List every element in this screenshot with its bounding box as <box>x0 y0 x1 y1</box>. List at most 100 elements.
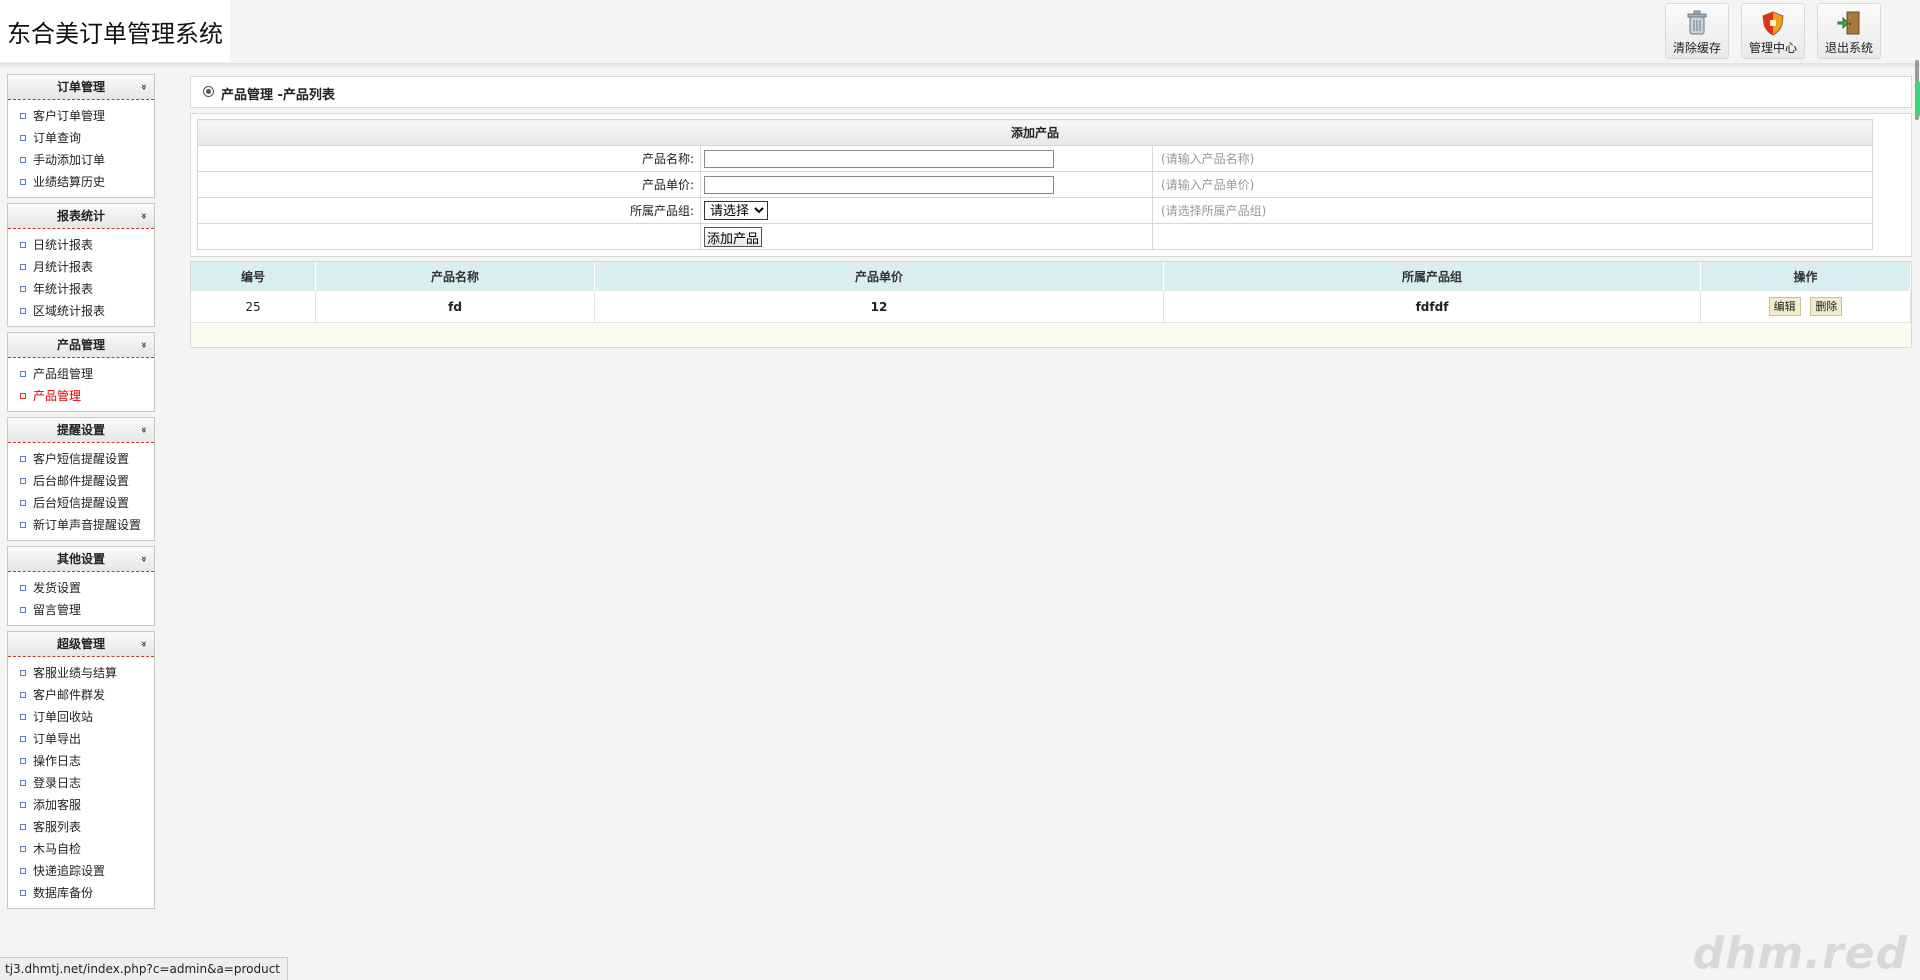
top-header: 东合美订单管理系统 清除缓存 管理中心 退出系统 <box>0 0 1920 67</box>
menu-items: 客户短信提醒设置后台邮件提醒设置后台短信提醒设置新订单声音提醒设置 <box>8 443 154 540</box>
breadcrumb: 产品管理 -产品列表 <box>190 76 1912 108</box>
sidebar-item[interactable]: 业绩结算历史 <box>8 171 154 193</box>
col-group: 所属产品组 <box>1163 262 1701 291</box>
bullet-icon <box>20 670 26 676</box>
clear-cache-button[interactable]: 清除缓存 <box>1665 3 1729 59</box>
product-price-cell <box>700 171 1153 198</box>
sidebar-item[interactable]: 后台邮件提醒设置 <box>8 470 154 492</box>
menu-group-title: 提醒设置 <box>56 423 105 437</box>
sidebar-item[interactable]: 留言管理 <box>8 599 154 621</box>
bullet-icon <box>20 179 26 185</box>
menu-items: 客户订单管理订单查询 手动添加订单 业绩结算历史 <box>8 100 154 197</box>
add-product-button[interactable]: 添加产品 <box>704 226 763 247</box>
menu-group-header[interactable]: 提醒设置 » <box>8 418 154 443</box>
menu-group-title: 产品管理 <box>56 338 105 352</box>
sidebar-item[interactable]: 区域统计报表 <box>8 300 154 322</box>
cell-name: fd <box>315 291 595 323</box>
sidebar-item[interactable]: 发货设置 <box>8 577 154 599</box>
product-name-hint: (请输入产品名称) <box>1152 145 1873 172</box>
menu-group-title: 报表统计 <box>56 209 105 223</box>
bullet-icon <box>20 714 26 720</box>
sidebar-item[interactable]: 订单查询 <box>8 127 154 149</box>
bullet-icon <box>20 868 26 874</box>
sidebar-item-label: 新订单声音提醒设置 <box>33 518 142 532</box>
logout-label: 退出系统 <box>1824 41 1873 55</box>
sidebar-item[interactable]: 添加客服 <box>8 794 154 816</box>
sidebar-item-label: 快递追踪设置 <box>33 864 106 878</box>
sidebar-item[interactable]: 订单导出 <box>8 728 154 750</box>
sidebar-item[interactable]: 数据库备份 <box>8 882 154 904</box>
product-price-input[interactable] <box>704 175 1054 194</box>
sidebar-item[interactable]: 日统计报表 <box>8 234 154 256</box>
product-name-cell <box>700 145 1153 172</box>
admin-center-button[interactable]: 管理中心 <box>1741 3 1805 59</box>
sidebar-item-label: 年统计报表 <box>33 282 94 296</box>
sidebar-item[interactable]: 快递追踪设置 <box>8 860 154 882</box>
sidebar-item-label: 产品组管理 <box>33 367 94 381</box>
sidebar-item[interactable]: 操作日志 <box>8 750 154 772</box>
menu-group-header[interactable]: 其他设置 » <box>8 547 154 572</box>
bullet-icon <box>20 692 26 698</box>
col-actions: 操作 <box>1700 262 1911 291</box>
watermark: dhm.red <box>1692 928 1908 979</box>
product-group-select[interactable]: 请选择 <box>704 201 768 220</box>
sidebar-item[interactable]: 年统计报表 <box>8 278 154 300</box>
menu-items: 日统计报表 月统计报表年统计报表区域统计报表 <box>8 229 154 326</box>
sidebar-item-label: 客户订单管理 <box>33 109 106 123</box>
logout-button[interactable]: 退出系统 <box>1817 3 1881 59</box>
cell-actions: 编辑 删除 <box>1700 291 1911 323</box>
sidebar-item-label: 木马自检 <box>33 842 82 856</box>
exit-door-icon <box>1837 11 1860 35</box>
bullet-icon <box>20 607 26 613</box>
sidebar-item-label: 后台邮件提醒设置 <box>33 474 130 488</box>
table-row: 25 fd 12 fdfdf 编辑 删除 <box>191 291 1911 323</box>
sidebar-item[interactable]: 木马自检 <box>8 838 154 860</box>
page-scrollbar[interactable] <box>1912 60 1920 120</box>
sidebar-item-label: 客服列表 <box>33 820 82 834</box>
bullet-icon <box>20 890 26 896</box>
product-name-label: 产品名称: <box>197 145 701 172</box>
product-price-label: 产品单价: <box>197 171 701 198</box>
sidebar-item-label: 发货设置 <box>33 581 82 595</box>
bullet-icon <box>20 264 26 270</box>
sidebar-item-label: 订单回收站 <box>33 710 94 724</box>
col-name: 产品名称 <box>315 262 595 291</box>
cell-id: 25 <box>191 291 316 323</box>
sidebar-item[interactable]: 客服列表 <box>8 816 154 838</box>
menu-group-header[interactable]: 超级管理 » <box>8 632 154 657</box>
sidebar-item[interactable]: 客户短信提醒设置 <box>8 448 154 470</box>
bullet-icon <box>20 500 26 506</box>
sidebar-item-label: 添加客服 <box>33 798 82 812</box>
sidebar-item[interactable]: 登录日志 <box>8 772 154 794</box>
chevron-down-icon: » <box>137 640 149 648</box>
sidebar-item[interactable]: 后台短信提醒设置 <box>8 492 154 514</box>
sidebar-item[interactable]: 客户订单管理 <box>8 105 154 127</box>
menu-group-header[interactable]: 产品管理 » <box>8 333 154 358</box>
admin-center-label: 管理中心 <box>1748 41 1797 55</box>
sidebar-item[interactable]: 订单回收站 <box>8 706 154 728</box>
sidebar-item[interactable]: 产品组管理 <box>8 363 154 385</box>
sidebar-item[interactable]: 新订单声音提醒设置 <box>8 514 154 536</box>
bullet-icon <box>20 242 26 248</box>
submit-cell: 添加产品 <box>700 223 1153 250</box>
delete-button[interactable]: 删除 <box>1810 297 1843 316</box>
menu-group: 超级管理 » 客服业绩与结算 客户邮件群发订单回收站订单导出 操作日志 登录日志添加客服客… <box>7 631 155 909</box>
chevron-down-icon: » <box>137 212 149 220</box>
bullet-icon <box>20 286 26 292</box>
trash-bin-icon <box>1687 10 1707 35</box>
chevron-down-icon: » <box>137 555 149 563</box>
sidebar-item[interactable]: 手动添加订单 <box>8 149 154 171</box>
product-name-input[interactable] <box>704 149 1054 168</box>
menu-group: 产品管理» 产品组管理 产品管理 <box>7 332 155 412</box>
product-group-label: 所属产品组: <box>197 197 701 224</box>
sidebar-item[interactable]: 客户邮件群发 <box>8 684 154 706</box>
menu-group-header[interactable]: 报表统计 » <box>8 204 154 229</box>
sidebar: 订单管理 » 客户订单管理 订单查询 手动添加订单 业绩结算历史 报表统计 » 日统计报表 月统计… <box>7 74 155 914</box>
menu-group-header[interactable]: 订单管理 » <box>8 75 154 100</box>
sidebar-item[interactable]: 产品管理 <box>8 385 154 407</box>
sidebar-item[interactable]: 月统计报表 <box>8 256 154 278</box>
form-title: 添加产品 <box>197 119 1873 146</box>
edit-button[interactable]: 编辑 <box>1768 297 1801 316</box>
sidebar-item[interactable]: 客服业绩与结算 <box>8 662 154 684</box>
cell-price: 12 <box>594 291 1164 323</box>
